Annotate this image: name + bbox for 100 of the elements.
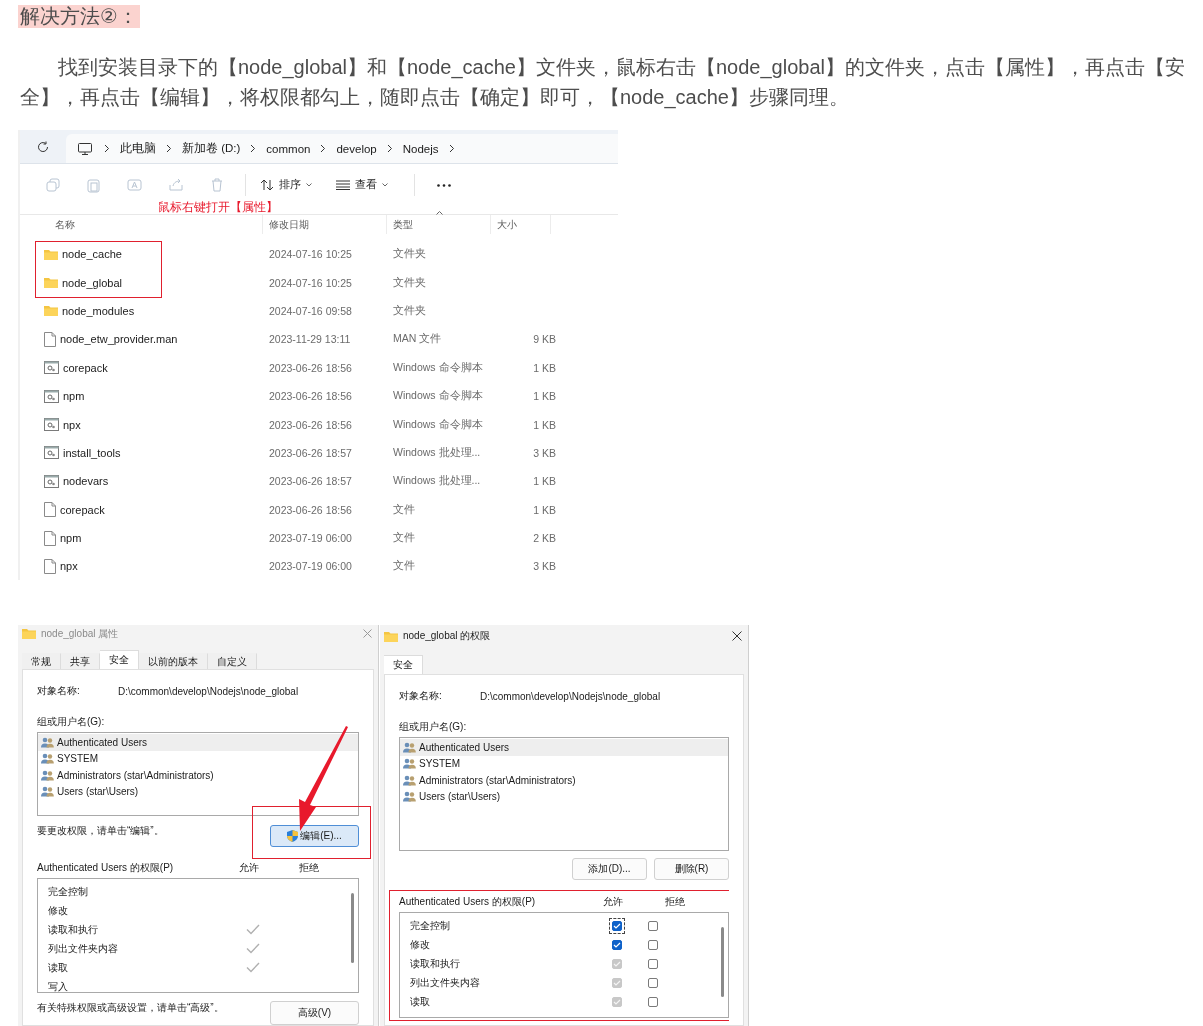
dialog-title: node_global 的权限 [403, 629, 492, 643]
file-type: MAN 文件 [393, 332, 443, 347]
user-item[interactable]: Authenticated Users [38, 734, 358, 751]
user-item[interactable]: Administrators (star\Administrators) [400, 772, 728, 789]
users-icon [403, 741, 416, 753]
deny-checkbox[interactable] [648, 977, 658, 988]
remove-button[interactable]: 删除(R) [654, 858, 729, 880]
list-icon [336, 180, 350, 190]
dialog-tab[interactable]: 安全 [384, 655, 423, 674]
column-header[interactable]: 类型 [387, 215, 491, 234]
deny-checkbox[interactable] [648, 958, 658, 969]
deny-checkbox[interactable] [648, 996, 658, 1007]
users-icon [403, 791, 416, 803]
permission-label: 读取和执行 [410, 956, 460, 971]
user-item[interactable]: SYSTEM [38, 750, 358, 767]
modified-date: 2023-07-19 06:00 [269, 532, 353, 545]
modified-date: 2023-11-29 13:11 [269, 333, 352, 346]
permission-label: 修改 [410, 937, 430, 952]
deny-checkbox[interactable] [648, 939, 658, 950]
paste-icon[interactable] [87, 177, 100, 193]
chevron-right-icon [320, 144, 327, 153]
hint-text: 有关特殊权限或高级设置，请单击“高级”。 [37, 1001, 224, 1015]
file-row[interactable]: npm 2023-06-26 18:56 Windows 命令脚本 1 KB [20, 381, 618, 411]
chevron-right-icon [166, 144, 172, 153]
scrollbar-thumb[interactable] [721, 927, 724, 997]
script-file-icon [44, 474, 59, 488]
modified-date: 2024-07-16 10:25 [269, 248, 353, 261]
script-file-icon [44, 389, 59, 403]
more-icon[interactable] [436, 183, 451, 187]
monitor-icon [78, 142, 92, 155]
file-type: 文件 [393, 559, 416, 574]
column-header[interactable]: 大小 [491, 215, 551, 234]
file-row[interactable]: node_etw_provider.man 2023-11-29 13:11 MAN 文件 9 KB [20, 325, 618, 354]
scrollbar-thumb[interactable] [351, 893, 354, 963]
dialog-title: node_global 属性 [41, 626, 120, 641]
file-row[interactable]: npx 2023-07-19 06:00 文件 3 KB [20, 552, 618, 580]
rename-icon[interactable] [127, 178, 142, 192]
script-file-icon [44, 361, 59, 375]
chevron-right-icon [448, 144, 455, 153]
file-name: node_etw_provider.man [60, 333, 178, 346]
user-item[interactable]: Users (star\Users) [38, 783, 358, 800]
file-type: Windows 批处理... [393, 445, 482, 460]
annotation-text: 鼠标右键打开【属性】 [158, 200, 278, 214]
folder-icon [384, 630, 398, 642]
user-item[interactable]: SYSTEM [400, 755, 728, 772]
file-type: 文件夹 [393, 247, 427, 262]
modified-date: 2023-06-26 18:56 [269, 503, 353, 516]
column-header: 拒绝 [665, 895, 686, 909]
object-path: D:\common\develop\Nodejs\node_global [118, 685, 299, 697]
file-size: 1 KB [532, 418, 556, 431]
permissions-label: Authenticated Users 的权限(P) [399, 895, 537, 909]
permission-label: 修改 [48, 903, 69, 918]
file-size: 9 KB [532, 333, 556, 346]
advanced-button[interactable]: 高级(V) [270, 1001, 359, 1025]
file-size: 1 KB [532, 475, 556, 488]
file-row[interactable]: npx 2023-06-26 18:56 Windows 命令脚本 1 KB [20, 410, 618, 439]
edit-button[interactable]: 编辑(E)... [270, 825, 359, 847]
close-icon[interactable] [732, 631, 742, 641]
file-name: install_tools [63, 446, 121, 459]
copy-icon[interactable] [45, 178, 60, 192]
file-type: Windows 命令脚本 [393, 360, 484, 375]
dialog-tab[interactable]: 安全 [100, 650, 139, 669]
column-header[interactable]: 名称 [20, 215, 263, 234]
file-name: npx [63, 418, 81, 431]
breadcrumb-item[interactable]: Nodejs [392, 142, 449, 155]
file-row[interactable]: nodevars 2023-06-26 18:57 Windows 批处理... 1 KB [20, 467, 618, 496]
file-name: corepack [60, 503, 105, 516]
address-bar[interactable]: 此电脑 新加卷 (D:) common develop Nodejs [66, 134, 618, 163]
permissions-label: Authenticated Users 的权限(P) [37, 861, 175, 875]
file-type: 文件夹 [393, 303, 427, 318]
share-icon[interactable] [168, 178, 183, 192]
user-item[interactable]: Administrators (star\Administrators) [38, 767, 358, 784]
deny-checkbox[interactable] [648, 920, 658, 931]
permission-label: 读取和执行 [48, 922, 99, 937]
file-row[interactable]: install_tools 2023-06-26 18:57 Windows 批处理... 3 KB [20, 438, 618, 468]
breadcrumb-item[interactable]: common [256, 142, 321, 155]
user-item[interactable]: Authenticated Users [400, 739, 728, 756]
file-row[interactable]: corepack 2023-06-26 18:56 文件 1 KB [20, 495, 618, 524]
view-button[interactable]: 查看 [330, 178, 394, 192]
file-icon [44, 530, 56, 546]
file-size: 1 KB [532, 503, 556, 516]
breadcrumb-item[interactable]: 新加卷 (D:) [172, 141, 251, 156]
delete-icon[interactable] [210, 178, 223, 192]
permission-label: 写入 [48, 979, 69, 992]
file-row[interactable]: node_global 2024-07-16 10:25 文件夹 [20, 268, 618, 297]
file-row[interactable]: npm 2023-07-19 06:00 文件 2 KB [20, 523, 618, 553]
sort-button[interactable]: 排序 [254, 178, 318, 192]
breadcrumb-item[interactable]: develop [326, 142, 387, 155]
column-header: 拒绝 [299, 861, 320, 875]
file-row[interactable]: corepack 2023-06-26 18:56 Windows 命令脚本 1 KB [20, 353, 618, 382]
file-row[interactable]: node_cache 2024-07-16 10:25 文件夹 [20, 240, 618, 269]
add-button[interactable]: 添加(D)... [572, 858, 647, 880]
file-icon [44, 559, 56, 574]
refresh-icon[interactable] [37, 140, 49, 153]
column-header[interactable]: 修改日期 [263, 215, 387, 234]
file-row[interactable]: node_modules 2024-07-16 09:58 文件夹 [20, 296, 618, 326]
user-item[interactable]: Users (star\Users) [400, 788, 728, 805]
breadcrumb-item[interactable]: 此电脑 [110, 141, 166, 156]
permission-label: 列出文件夹内容 [410, 975, 480, 990]
file-name: node_global [62, 276, 122, 289]
